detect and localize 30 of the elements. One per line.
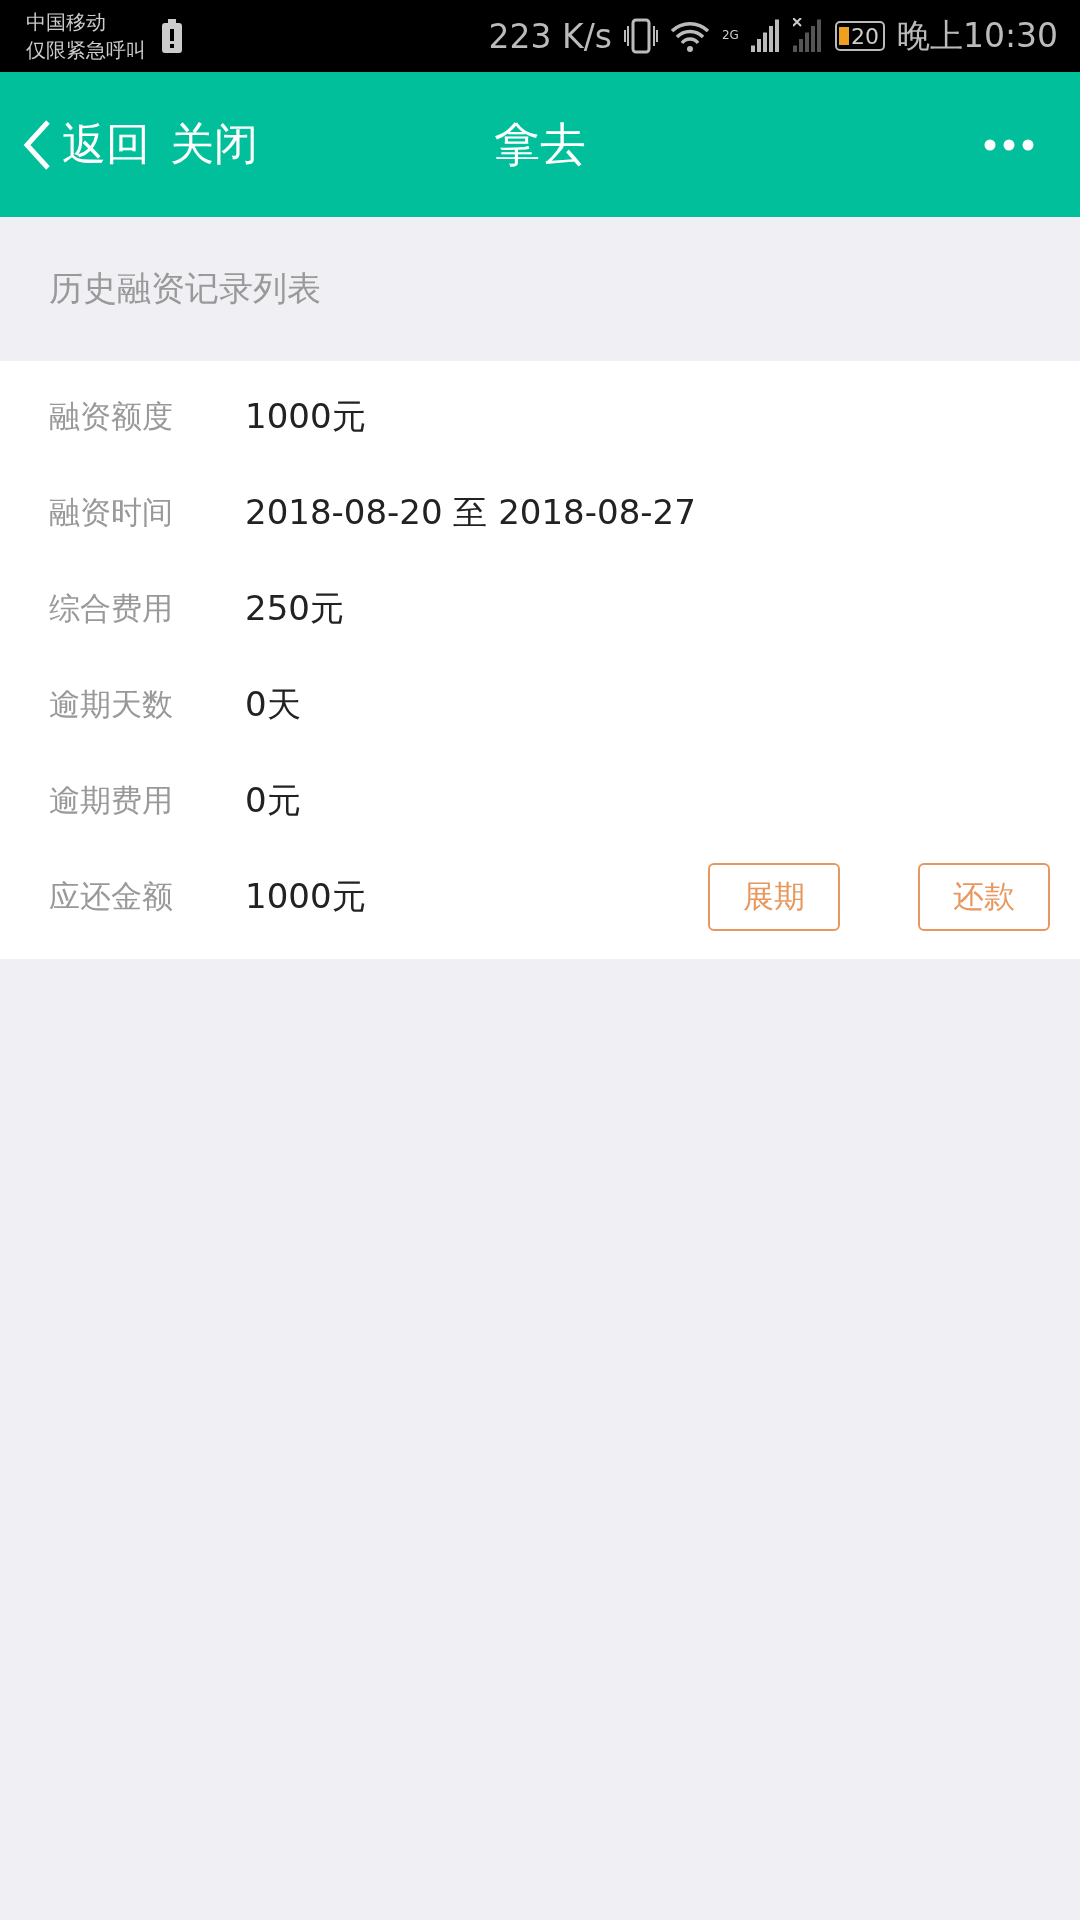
battery-icon: 20 (834, 21, 885, 51)
no-signal-icon (792, 18, 823, 54)
page-title: 拿去 (494, 115, 586, 173)
repay-button[interactable]: 还款 (918, 863, 1050, 931)
extend-button[interactable]: 展期 (708, 863, 840, 931)
field-label: 应还金额 (49, 877, 174, 916)
network-type: 2G (721, 27, 739, 42)
clock: 晚上10:30 (896, 14, 1058, 57)
field-value: 0元 (245, 779, 301, 822)
field-label: 逾期费用 (49, 781, 174, 820)
close-link[interactable]: 关闭 (170, 115, 258, 174)
battery-alert-icon (162, 19, 182, 53)
field-value: 250元 (245, 587, 344, 630)
network-speed: 223 K/s (488, 16, 612, 56)
field-label: 融资时间 (49, 493, 174, 532)
carrier-name: 中国移动 (26, 9, 107, 36)
field-value: 1000元 (245, 875, 366, 918)
field-label: 融资额度 (49, 397, 174, 436)
wifi-icon (669, 20, 710, 52)
back-link[interactable]: 返回 (62, 115, 150, 174)
more-icon[interactable] (984, 138, 1034, 151)
field-label: 综合费用 (49, 589, 174, 628)
field-label: 逾期天数 (49, 685, 174, 724)
field-value: 1000元 (245, 395, 366, 438)
carrier-status: 仅限紧急呼叫 (26, 37, 146, 64)
field-value: 2018-08-20 至 2018-08-27 (245, 491, 696, 534)
field-value: 0天 (245, 683, 301, 726)
signal-icon (750, 18, 781, 54)
vibrate-icon (623, 18, 658, 54)
section-title: 历史融资记录列表 (49, 267, 321, 310)
